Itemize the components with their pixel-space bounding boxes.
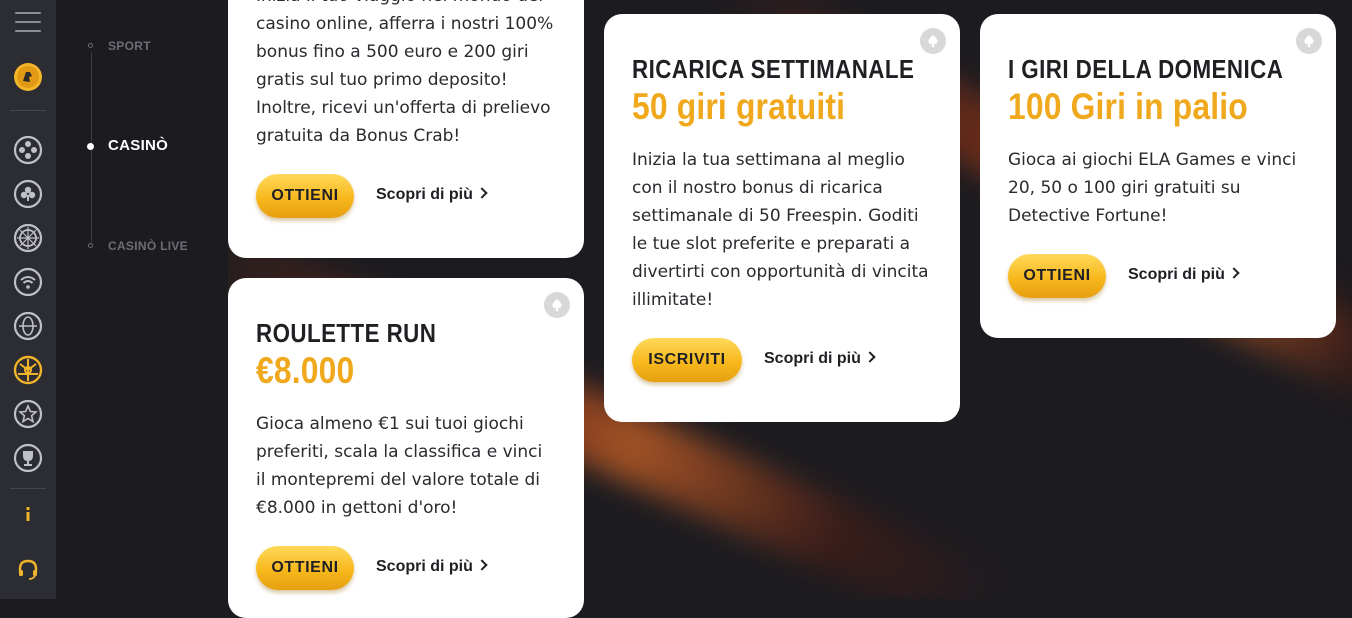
learn-more-link[interactable]: Scopri di più (376, 186, 488, 204)
spade-icon (1296, 28, 1322, 54)
spade-icon (544, 292, 570, 318)
roulette-icon[interactable] (13, 223, 43, 253)
promo-card-weekly-reload: RICARICA SETTIMANALE 50 giri gratuiti In… (604, 14, 960, 422)
chevron-right-icon (864, 351, 876, 363)
ottieni-button[interactable]: OTTIENI (256, 174, 354, 218)
chevron-right-icon (1228, 267, 1240, 279)
ottieni-button[interactable]: OTTIENI (1008, 254, 1106, 298)
chevron-right-icon (476, 559, 488, 571)
section-nav: SPORT CASINÒ CASINÒ LIVE (56, 0, 228, 599)
info-icon[interactable] (13, 499, 43, 529)
learn-more-label: Scopri di più (764, 350, 861, 367)
learn-more-link[interactable]: Scopri di più (376, 558, 488, 576)
chevron-right-icon (476, 187, 488, 199)
nav-item-casino[interactable]: CASINÒ (108, 137, 168, 154)
promo-card-welcome: Inizia il tuo viaggio nel mondo del casi… (228, 0, 584, 258)
bonus-crab-logo-icon[interactable] (13, 62, 43, 92)
learn-more-label: Scopri di più (376, 558, 473, 575)
spade-icon (920, 28, 946, 54)
nav-item-casino-live[interactable]: CASINÒ LIVE (108, 239, 188, 253)
learn-more-link[interactable]: Scopri di più (1128, 266, 1240, 284)
promo-card-sunday-spins: I GIRI DELLA DOMENICA 100 Giri in palio … (980, 14, 1336, 338)
promo-highlight: €8.000 (256, 350, 355, 391)
promo-title: RICARICA SETTIMANALE (632, 54, 915, 84)
headset-icon[interactable] (13, 555, 43, 585)
live-signal-icon[interactable] (13, 267, 43, 297)
promo-description: Gioca almeno €1 sui tuoi giochi preferit… (256, 414, 543, 518)
nav-item-sport[interactable]: SPORT (108, 39, 151, 53)
learn-more-label: Scopri di più (1128, 266, 1225, 283)
promo-description: Inizia la tua settimana al meglio con il… (632, 150, 929, 310)
promo-highlight: 100 Giri in palio (1008, 86, 1248, 127)
promo-title: I GIRI DELLA DOMENICA (1008, 54, 1284, 84)
promo-description: Inizia il tuo viaggio nel mondo del casi… (256, 0, 554, 146)
promo-title: ROULETTE RUN (256, 318, 437, 348)
promo-card-roulette-run: ROULETTE RUN €8.000 Gioca almeno €1 sui … (228, 278, 584, 618)
learn-more-link[interactable]: Scopri di più (764, 350, 876, 368)
icon-rail (0, 0, 56, 599)
iscriviti-button[interactable]: ISCRIVITI (632, 338, 742, 382)
trophy-icon[interactable] (13, 443, 43, 473)
club-card-icon[interactable] (13, 179, 43, 209)
ottieni-button[interactable]: OTTIENI (256, 546, 354, 590)
film-reel-icon[interactable] (13, 135, 43, 165)
globe-icon[interactable] (13, 311, 43, 341)
star-icon[interactable] (13, 399, 43, 429)
promo-highlight: 50 giri gratuiti (632, 86, 846, 127)
menu-icon[interactable] (15, 12, 41, 34)
wheel-icon[interactable] (13, 355, 43, 385)
learn-more-label: Scopri di più (376, 186, 473, 203)
promo-description: Gioca ai giochi ELA Games e vinci 20, 50… (1008, 150, 1297, 226)
